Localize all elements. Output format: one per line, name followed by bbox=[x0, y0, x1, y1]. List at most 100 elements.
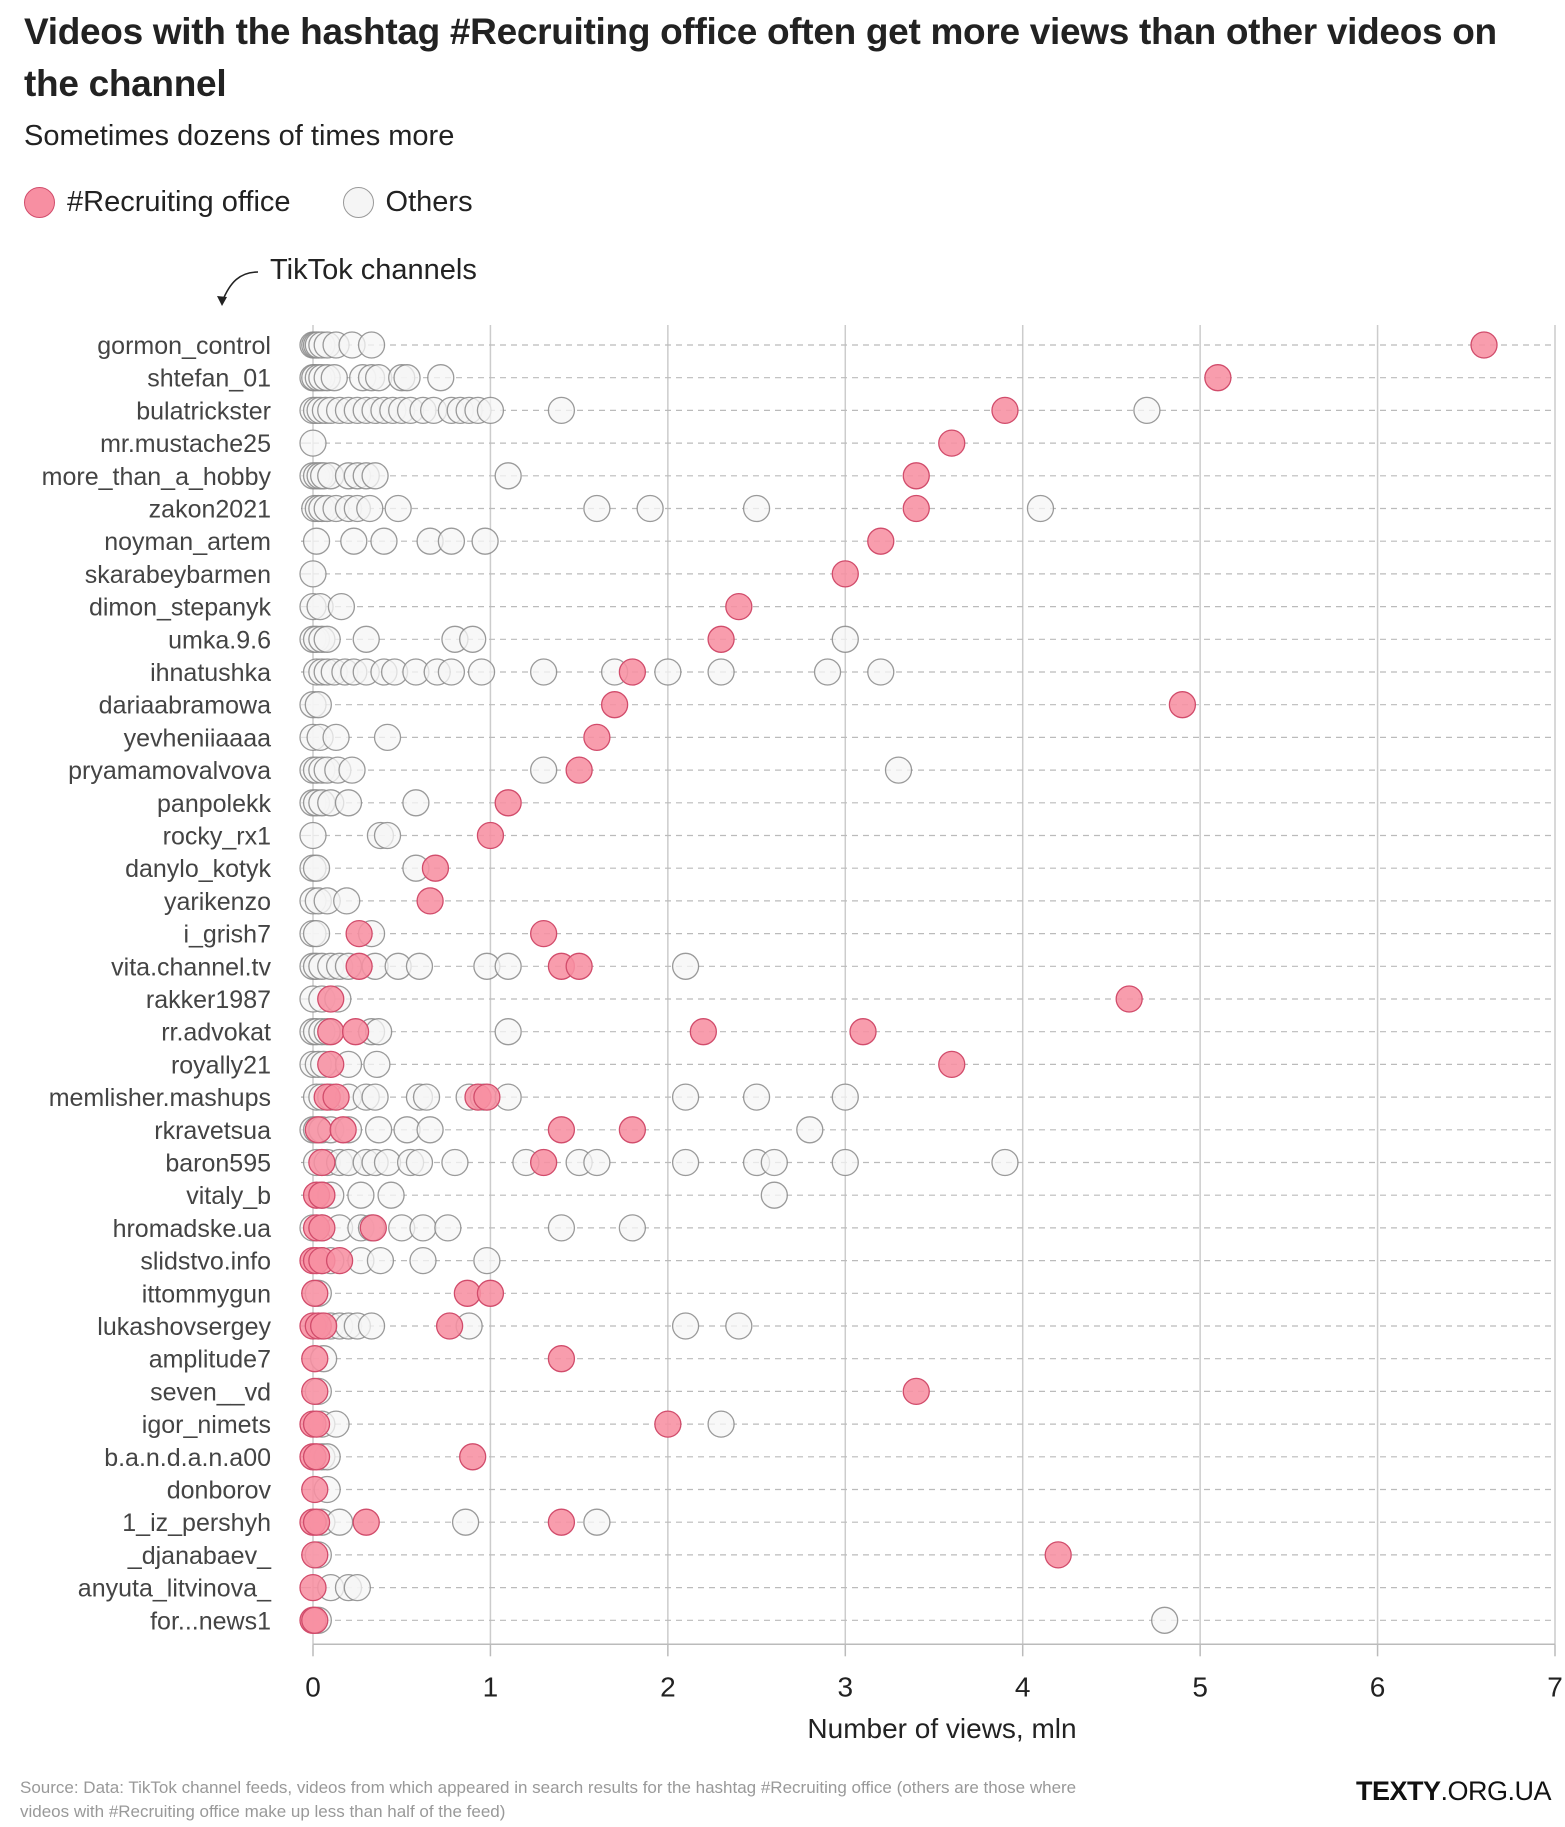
dot-others[interactable] bbox=[583, 1148, 611, 1177]
dot-others[interactable] bbox=[361, 1083, 389, 1111]
dot-recruiting[interactable] bbox=[299, 1573, 327, 1602]
dot-others[interactable] bbox=[494, 462, 522, 490]
dot-others[interactable] bbox=[373, 821, 402, 850]
dot-others[interactable] bbox=[437, 527, 466, 555]
dot-others[interactable] bbox=[831, 1148, 859, 1177]
dot-others[interactable] bbox=[671, 1083, 700, 1111]
dot-recruiting[interactable] bbox=[345, 919, 373, 948]
dot-others[interactable] bbox=[393, 1116, 421, 1144]
dot-others[interactable] bbox=[725, 1312, 753, 1340]
dot-recruiting[interactable] bbox=[301, 1345, 329, 1373]
dot-others[interactable] bbox=[356, 494, 384, 523]
dot-others[interactable] bbox=[373, 723, 402, 752]
dot-recruiting[interactable] bbox=[459, 1443, 487, 1471]
dot-others[interactable] bbox=[476, 396, 505, 425]
dot-recruiting[interactable] bbox=[991, 396, 1019, 425]
dot-recruiting[interactable] bbox=[618, 1116, 647, 1144]
dot-others[interactable] bbox=[412, 1083, 441, 1111]
dot-others[interactable] bbox=[320, 364, 348, 392]
dot-recruiting[interactable] bbox=[341, 1018, 370, 1046]
dot-others[interactable] bbox=[364, 364, 393, 392]
dot-others[interactable] bbox=[357, 1312, 386, 1340]
dot-recruiting[interactable] bbox=[689, 1018, 717, 1046]
dot-recruiting[interactable] bbox=[345, 952, 373, 980]
dot-others[interactable] bbox=[547, 1214, 576, 1242]
dot-recruiting[interactable] bbox=[565, 952, 593, 980]
dot-others[interactable] bbox=[370, 527, 398, 555]
dot-recruiting[interactable] bbox=[530, 1148, 558, 1177]
dot-recruiting[interactable] bbox=[494, 789, 522, 817]
dot-recruiting[interactable] bbox=[707, 625, 735, 653]
dot-others[interactable] bbox=[361, 462, 389, 490]
dot-recruiting[interactable] bbox=[600, 691, 629, 719]
dot-others[interactable] bbox=[363, 1050, 391, 1079]
dot-others[interactable] bbox=[325, 1508, 354, 1536]
dot-recruiting[interactable] bbox=[308, 1214, 336, 1242]
dot-recruiting[interactable] bbox=[329, 1116, 357, 1144]
dot-others[interactable] bbox=[494, 952, 522, 980]
dot-others[interactable] bbox=[813, 658, 842, 686]
dot-others[interactable] bbox=[299, 429, 327, 457]
dot-recruiting[interactable] bbox=[565, 756, 593, 784]
dot-recruiting[interactable] bbox=[317, 1050, 345, 1079]
dot-recruiting[interactable] bbox=[421, 854, 450, 882]
dot-recruiting[interactable] bbox=[322, 1083, 350, 1111]
dot-recruiting[interactable] bbox=[1470, 331, 1498, 359]
dot-others[interactable] bbox=[471, 527, 499, 555]
dot-others[interactable] bbox=[654, 658, 682, 686]
dot-recruiting[interactable] bbox=[867, 527, 895, 555]
dot-others[interactable] bbox=[742, 1083, 771, 1111]
dot-others[interactable] bbox=[707, 658, 735, 686]
dot-others[interactable] bbox=[405, 1148, 434, 1177]
dot-recruiting[interactable] bbox=[938, 1050, 966, 1079]
dot-recruiting[interactable] bbox=[938, 429, 966, 457]
dot-others[interactable] bbox=[831, 1083, 859, 1111]
dot-others[interactable] bbox=[618, 1214, 647, 1242]
dot-others[interactable] bbox=[459, 625, 487, 653]
dot-recruiting[interactable] bbox=[301, 1279, 329, 1307]
dot-others[interactable] bbox=[441, 1148, 469, 1177]
dot-recruiting[interactable] bbox=[902, 494, 930, 523]
dot-recruiting[interactable] bbox=[654, 1410, 682, 1438]
dot-others[interactable] bbox=[796, 1116, 824, 1144]
dot-others[interactable] bbox=[333, 887, 361, 915]
dot-recruiting[interactable] bbox=[301, 1541, 329, 1569]
dot-recruiting[interactable] bbox=[547, 1508, 576, 1536]
dot-others[interactable] bbox=[884, 756, 913, 784]
dot-recruiting[interactable] bbox=[618, 658, 647, 686]
dot-recruiting[interactable] bbox=[317, 1018, 345, 1046]
dot-recruiting[interactable] bbox=[308, 1148, 336, 1177]
dot-others[interactable] bbox=[671, 1312, 700, 1340]
dot-others[interactable] bbox=[327, 592, 356, 621]
dot-others[interactable] bbox=[405, 952, 434, 980]
dot-recruiting[interactable] bbox=[352, 1508, 380, 1536]
dot-others[interactable] bbox=[347, 1181, 375, 1209]
dot-others[interactable] bbox=[467, 658, 496, 686]
dot-recruiting[interactable] bbox=[435, 1312, 464, 1340]
brand-logo[interactable]: TEXTY.ORG.UA bbox=[1356, 1776, 1552, 1807]
dot-recruiting[interactable] bbox=[453, 1279, 482, 1307]
dot-recruiting[interactable] bbox=[902, 462, 930, 490]
dot-recruiting[interactable] bbox=[317, 985, 345, 1013]
dot-recruiting[interactable] bbox=[831, 560, 859, 588]
dot-others[interactable] bbox=[393, 364, 421, 392]
dot-others[interactable] bbox=[402, 789, 430, 817]
dot-recruiting[interactable] bbox=[1204, 364, 1232, 392]
dot-recruiting[interactable] bbox=[416, 887, 444, 915]
dot-recruiting[interactable] bbox=[583, 723, 611, 752]
dot-recruiting[interactable] bbox=[301, 1377, 329, 1406]
dot-others[interactable] bbox=[302, 527, 331, 555]
dot-others[interactable] bbox=[831, 625, 859, 653]
dot-others[interactable] bbox=[364, 1018, 393, 1046]
dot-others[interactable] bbox=[409, 1246, 437, 1275]
dot-recruiting[interactable] bbox=[473, 1083, 501, 1111]
dot-others[interactable] bbox=[1026, 494, 1055, 523]
dot-others[interactable] bbox=[437, 658, 466, 686]
dot-recruiting[interactable] bbox=[725, 592, 753, 621]
dot-others[interactable] bbox=[322, 723, 350, 752]
dot-others[interactable] bbox=[364, 1116, 393, 1144]
dot-others[interactable] bbox=[671, 952, 700, 980]
dot-recruiting[interactable] bbox=[530, 919, 558, 948]
dot-others[interactable] bbox=[671, 1148, 700, 1177]
dot-others[interactable] bbox=[302, 854, 331, 882]
